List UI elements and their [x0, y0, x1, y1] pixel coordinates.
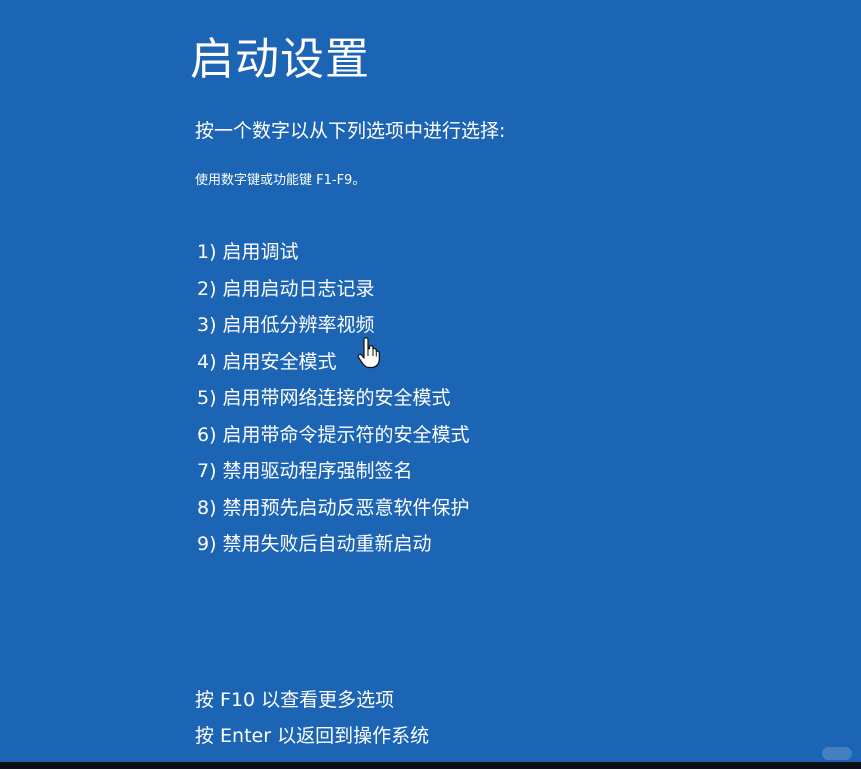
- option-enable-safe-mode-command-prompt[interactable]: 6) 启用带命令提示符的安全模式: [197, 417, 470, 454]
- more-options-text[interactable]: 按 F10 以查看更多选项: [195, 682, 429, 718]
- hint-text: 使用数字键或功能键 F1-F9。: [195, 173, 366, 188]
- option-enable-low-resolution-video[interactable]: 3) 启用低分辨率视频: [197, 307, 470, 344]
- option-disable-early-launch-antimalware[interactable]: 8) 禁用预先启动反恶意软件保护: [197, 490, 470, 527]
- instruction-text: 按一个数字以从下列选项中进行选择:: [195, 120, 506, 142]
- page-title: 启动设置: [190, 34, 370, 85]
- option-disable-auto-restart[interactable]: 9) 禁用失败后自动重新启动: [197, 526, 470, 563]
- footer: 按 F10 以查看更多选项 按 Enter 以返回到操作系统: [195, 682, 429, 754]
- hand-pointer-icon: [357, 337, 380, 369]
- return-to-os-text[interactable]: 按 Enter 以返回到操作系统: [195, 718, 429, 754]
- startup-settings-screen: 启动设置 按一个数字以从下列选项中进行选择: 使用数字键或功能键 F1-F9。 …: [0, 0, 861, 762]
- bottom-black-bar: [0, 762, 861, 769]
- watermark-badge: [822, 747, 852, 760]
- option-enable-boot-logging[interactable]: 2) 启用启动日志记录: [197, 271, 470, 308]
- startup-options-list: 1) 启用调试 2) 启用启动日志记录 3) 启用低分辨率视频 4) 启用安全模…: [197, 234, 470, 563]
- option-disable-driver-signature-enforcement[interactable]: 7) 禁用驱动程序强制签名: [197, 453, 470, 490]
- option-enable-debugging[interactable]: 1) 启用调试: [197, 234, 470, 271]
- option-enable-safe-mode[interactable]: 4) 启用安全模式: [197, 344, 470, 381]
- option-enable-safe-mode-networking[interactable]: 5) 启用带网络连接的安全模式: [197, 380, 470, 417]
